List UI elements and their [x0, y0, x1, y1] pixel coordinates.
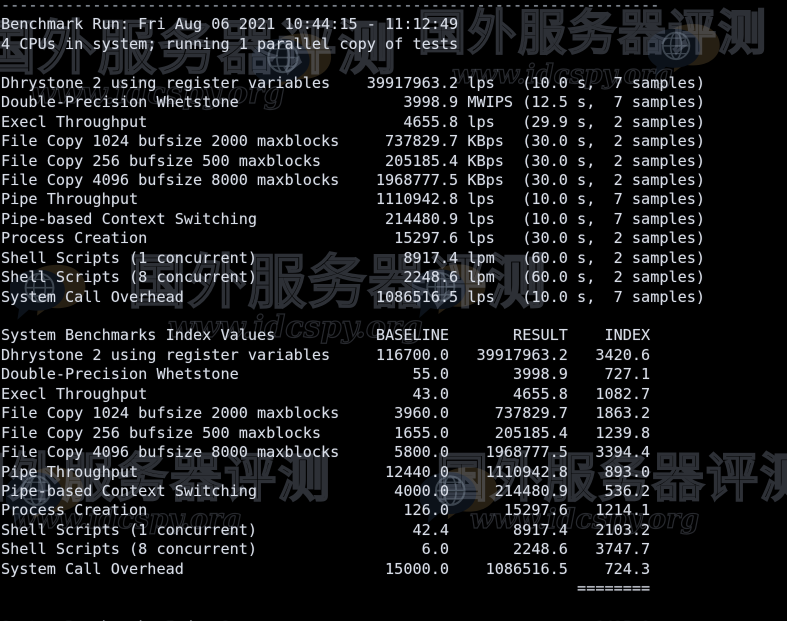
index-table-row: Shell Scripts (8 concurrent) 6.0 2248.6 … — [1, 540, 651, 559]
raw-result-row: Pipe Throughput 1110942.8 lps (10.0 s, 7… — [1, 190, 706, 209]
index-score-separator: ======== — [1, 579, 651, 598]
index-table-row: Dhrystone 2 using register variables 116… — [1, 345, 651, 364]
separator-rule-top: ----------------------------------------… — [1, 0, 660, 14]
raw-result-row: File Copy 256 bufsize 500 maxblocks 2051… — [1, 151, 706, 170]
raw-result-row: Dhrystone 2 using register variables 399… — [1, 73, 706, 92]
index-table-row: Pipe Throughput 12440.0 1110942.8 893.0 — [1, 462, 651, 481]
index-table-row: Execl Throughput 43.0 4655.8 1082.7 — [1, 384, 651, 403]
index-table-row: File Copy 1024 bufsize 2000 maxblocks 39… — [1, 404, 651, 423]
raw-result-row: Double-Precision Whetstone 3998.9 MWIPS … — [1, 93, 706, 112]
index-table-header: System Benchmarks Index Values BASELINE … — [1, 326, 651, 345]
index-table-row: Process Creation 126.0 15297.6 1214.1 — [1, 501, 651, 520]
index-table-row: File Copy 256 bufsize 500 maxblocks 1655… — [1, 423, 651, 442]
index-table-row: Double-Precision Whetstone 55.0 3998.9 7… — [1, 365, 651, 384]
index-table-row: File Copy 4096 bufsize 8000 maxblocks 58… — [1, 443, 651, 462]
raw-result-row: Pipe-based Context Switching 214480.9 lp… — [1, 209, 706, 228]
raw-result-row: File Copy 4096 bufsize 8000 maxblocks 19… — [1, 170, 706, 189]
raw-result-row: Process Creation 15297.6 lps (30.0 s, 2 … — [1, 229, 706, 248]
benchmark-run-line: Benchmark Run: Fri Aug 06 2021 10:44:15 … — [1, 15, 459, 34]
terminal-text-output: ----------------------------------------… — [0, 0, 787, 621]
index-table-row: System Call Overhead 15000.0 1086516.5 7… — [1, 559, 651, 578]
index-table-row: Pipe-based Context Switching 4000.0 2144… — [1, 481, 651, 500]
raw-result-row: Shell Scripts (1 concurrent) 8917.4 lpm … — [1, 248, 706, 267]
raw-result-row: System Call Overhead 1086516.5 lps (10.0… — [1, 287, 706, 306]
raw-result-row: File Copy 1024 bufsize 2000 maxblocks 73… — [1, 132, 706, 151]
index-table-row: Shell Scripts (1 concurrent) 42.4 8917.4… — [1, 520, 651, 539]
terminal-window: 国外服务器评测 国外服务器评测 www.idcspy.org www.idcspy.o… — [0, 0, 787, 621]
raw-result-row: Execl Throughput 4655.8 lps (29.9 s, 2 s… — [1, 112, 706, 131]
raw-result-row: Shell Scripts (8 concurrent) 2248.6 lpm … — [1, 268, 706, 287]
cpu-count-line: 4 CPUs in system; running 1 parallel cop… — [1, 34, 459, 53]
